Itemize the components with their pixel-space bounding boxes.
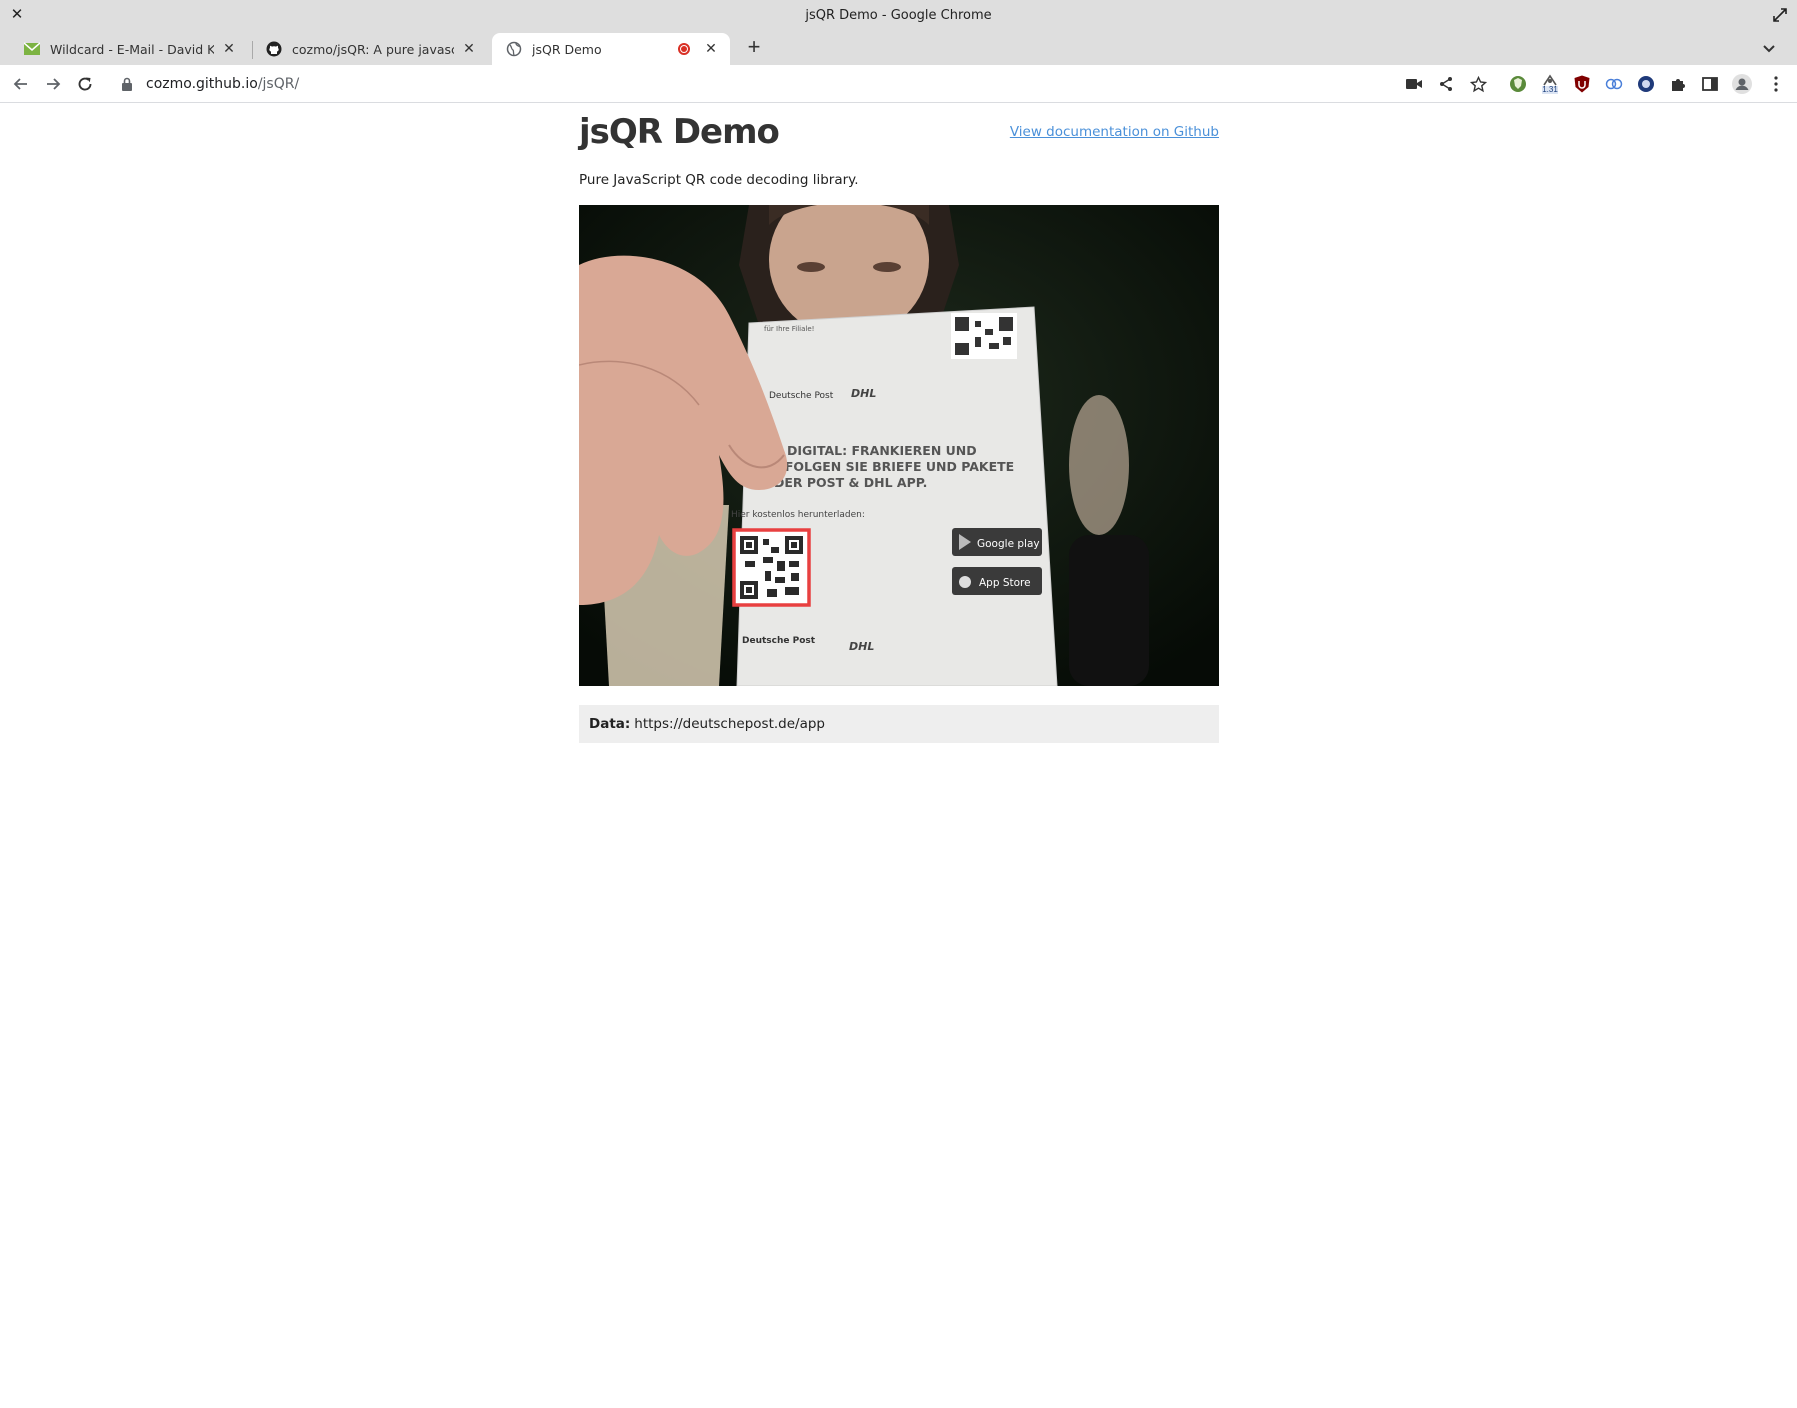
chevron-down-icon[interactable] <box>1759 38 1779 58</box>
reload-button[interactable] <box>74 73 96 95</box>
detected-qr-code <box>732 528 811 607</box>
url-text: cozmo.github.io/jsQR/ <box>146 76 299 92</box>
receipt-footer: Deutsche Post <box>742 636 816 646</box>
extensions-puzzle-icon[interactable] <box>1668 74 1688 94</box>
profile-avatar-icon[interactable] <box>1732 74 1752 94</box>
documentation-link[interactable]: View documentation on Github <box>1010 124 1219 140</box>
share-icon[interactable] <box>1436 74 1456 94</box>
receipt-line: DIGITAL: FRANKIEREN UND <box>787 443 977 458</box>
globe-icon <box>506 41 522 57</box>
webcam-frame: für Ihre Filiale! Deutsche Post DHL DIGI… <box>579 205 1219 686</box>
ublock-icon[interactable] <box>1572 74 1592 94</box>
camera-in-use-icon[interactable] <box>1404 74 1424 94</box>
new-tab-button[interactable]: + <box>742 36 766 60</box>
page-subtitle: Pure JavaScript QR code decoding library… <box>579 172 859 188</box>
recording-icon <box>678 43 690 55</box>
github-icon <box>266 41 282 57</box>
page-title: jsQR Demo <box>579 112 780 152</box>
close-icon[interactable]: ✕ <box>220 40 238 58</box>
address-bar[interactable]: cozmo.github.io/jsQR/ <box>108 70 1498 98</box>
window-close-icon[interactable]: ✕ <box>8 6 26 24</box>
output-label: Data: <box>589 716 631 732</box>
tab-label: cozmo/jsQR: A pure javascript QR <box>292 41 454 57</box>
close-icon[interactable]: ✕ <box>702 40 720 58</box>
google-play-badge: Google play <box>952 528 1042 556</box>
app-store-badge: App Store <box>952 567 1042 595</box>
extension-rings-icon[interactable] <box>1604 74 1624 94</box>
tab-strip: Wildcard - E-Mail - David Kleuk ✕ cozmo/… <box>0 30 1797 65</box>
page-viewport: jsQR Demo View documentation on Github P… <box>0 104 1797 1408</box>
receipt-line: VERFOLGEN SIE BRIEFE UND PAKETE <box>757 459 1014 474</box>
window-maximize-icon[interactable] <box>1771 6 1789 24</box>
webcam-canvas: für Ihre Filiale! Deutsche Post DHL DIGI… <box>579 205 1219 686</box>
receipt-line: für Ihre Filiale! <box>764 325 814 333</box>
receipt-line: DHL <box>851 387 876 400</box>
badge-label: App Store <box>979 577 1031 589</box>
arrow-left-icon <box>13 78 27 90</box>
tab-label: Wildcard - E-Mail - David Kleuk <box>50 41 214 57</box>
bookmark-star-icon[interactable] <box>1468 74 1488 94</box>
more-menu-icon[interactable] <box>1766 74 1786 94</box>
reload-icon <box>78 77 92 91</box>
extension-shield-icon[interactable] <box>1508 74 1528 94</box>
forward-button[interactable] <box>42 73 64 95</box>
tab-github-jsqr[interactable]: cozmo/jsQR: A pure javascript QR ✕ <box>252 33 488 65</box>
output-value: https://deutschepost.de/app <box>634 716 825 732</box>
receipt-line: Deutsche Post <box>769 391 834 401</box>
close-icon[interactable]: ✕ <box>460 40 478 58</box>
extension-counter-icon[interactable]: 1.31 <box>1540 74 1560 94</box>
extension-globe-icon[interactable] <box>1636 74 1656 94</box>
mail-icon <box>24 42 40 55</box>
badge-label: Google play <box>977 538 1040 550</box>
browser-toolbar: cozmo.github.io/jsQR/ 1.31 <box>0 65 1797 103</box>
receipt-line: Hier kostenlos herunterladen: <box>731 510 865 520</box>
tab-wildcard-mail[interactable]: Wildcard - E-Mail - David Kleuk ✕ <box>10 33 248 65</box>
url-host: cozmo.github.io <box>146 76 258 92</box>
receipt-footer: DHL <box>849 640 874 653</box>
back-button[interactable] <box>10 73 32 95</box>
side-panel-icon[interactable] <box>1700 74 1720 94</box>
window-titlebar: ✕ jsQR Demo - Google Chrome <box>0 0 1797 30</box>
window-title: jsQR Demo - Google Chrome <box>805 7 992 23</box>
tab-label: jsQR Demo <box>532 41 602 57</box>
extension-badge: 1.31 <box>1542 85 1558 94</box>
tab-jsqr-demo[interactable]: jsQR Demo ✕ <box>492 33 730 65</box>
lock-icon[interactable] <box>120 77 134 91</box>
receipt-qr-top <box>951 313 1017 359</box>
decoded-output: Data: https://deutschepost.de/app <box>579 705 1219 743</box>
url-path: /jsQR/ <box>257 76 300 92</box>
arrow-right-icon <box>47 78 61 90</box>
